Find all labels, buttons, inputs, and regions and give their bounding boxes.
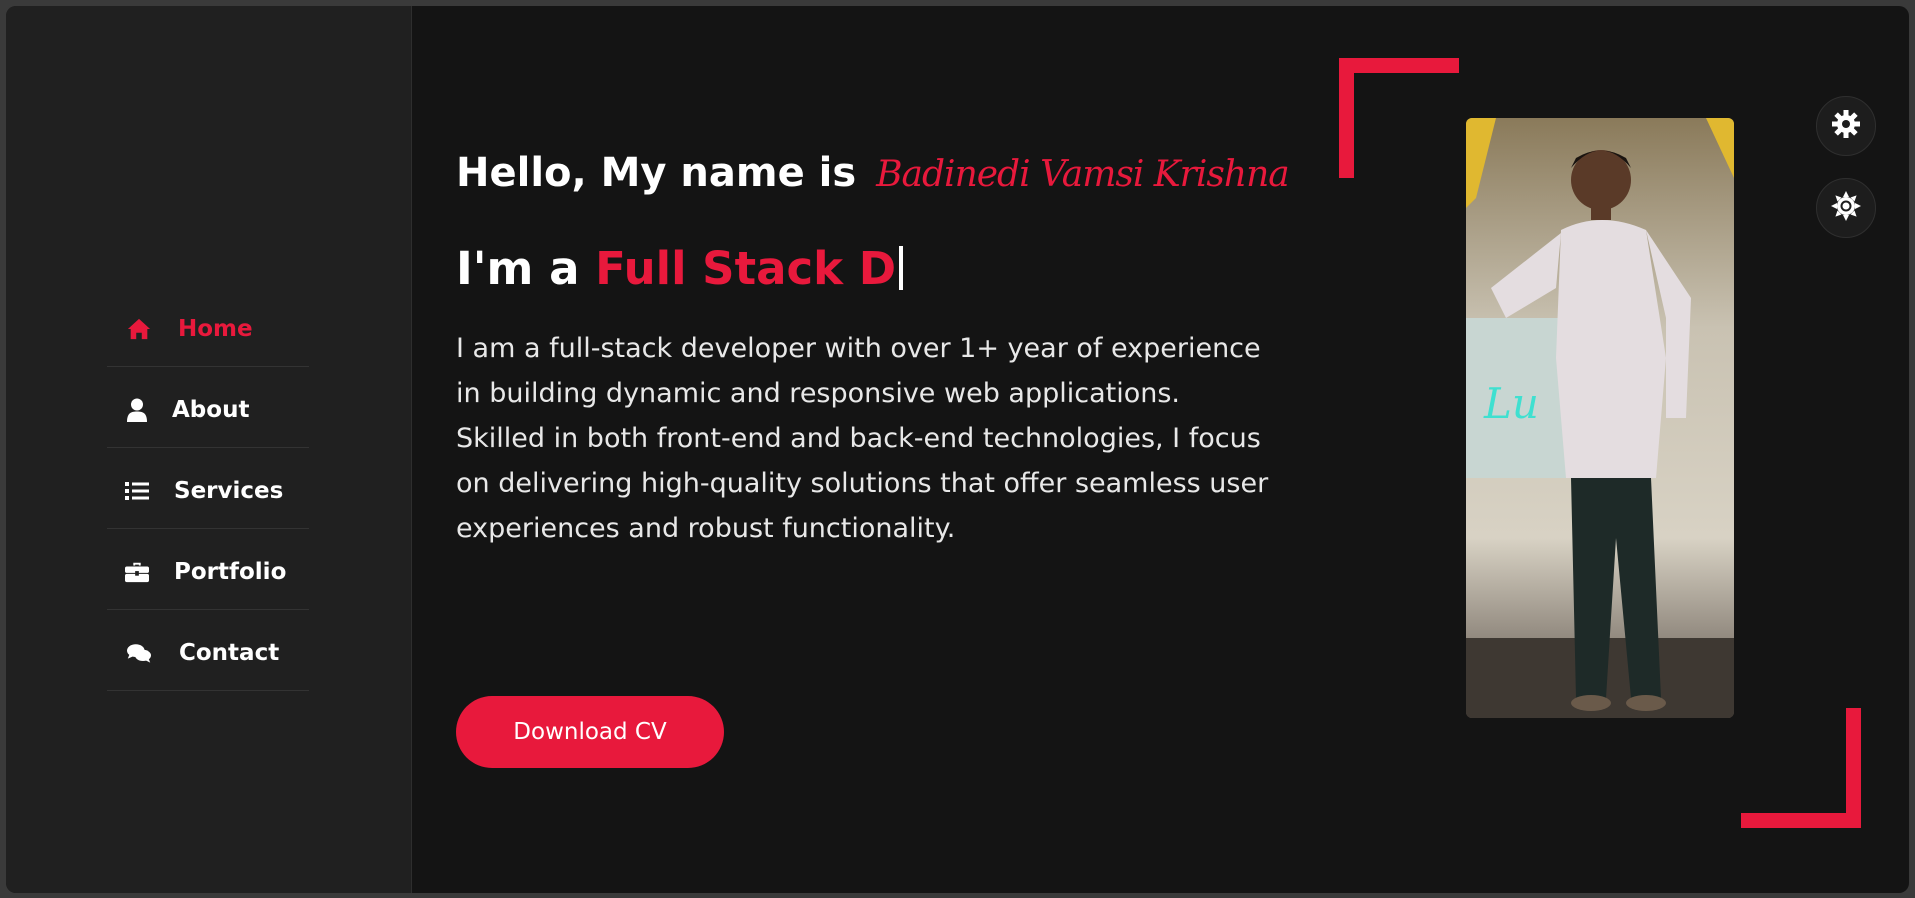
- role-prefix: I'm a: [456, 242, 580, 295]
- intro-description: I am a full-stack developer with over 1+…: [456, 333, 1269, 544]
- user-icon: [125, 398, 149, 422]
- chat-icon: [127, 641, 151, 665]
- decor-corner-bottom-right: [1741, 813, 1861, 828]
- nav-item-label: Contact: [179, 640, 280, 666]
- typing-cursor: [899, 246, 904, 290]
- home-icon: [127, 317, 151, 341]
- gear-icon: [1831, 109, 1861, 143]
- nav-item-label: Services: [174, 478, 284, 504]
- nav-item-label: About: [172, 397, 250, 423]
- greeting-text: Hello, My name is: [456, 150, 857, 196]
- role-heading: I'm a Full Stack D: [456, 242, 904, 295]
- list-icon: [125, 479, 149, 503]
- decor-corner-top-left-vertical: [1339, 58, 1354, 178]
- main-nav: Home About Services Portfolio Contact: [107, 286, 309, 691]
- app-window: Home About Services Portfolio Contact He…: [6, 6, 1909, 893]
- decor-corner-top-left: [1339, 58, 1459, 73]
- author-name: Badinedi Vamsi Krishna: [876, 154, 1290, 195]
- nav-item-contact[interactable]: Contact: [107, 610, 309, 691]
- nav-item-home[interactable]: Home: [107, 286, 309, 367]
- theme-toggle-button[interactable]: [1816, 178, 1876, 238]
- nav-item-about[interactable]: About: [107, 367, 309, 448]
- nav-item-label: Home: [178, 316, 253, 342]
- decor-corner-bottom-right-vertical: [1846, 708, 1861, 828]
- nav-item-services[interactable]: Services: [107, 448, 309, 529]
- nav-item-label: Portfolio: [174, 559, 287, 585]
- svg-text:Lu: Lu: [1483, 379, 1539, 428]
- sidebar: Home About Services Portfolio Contact: [6, 6, 412, 893]
- role-typed-text: Full Stack D: [595, 242, 897, 295]
- greeting-heading: Hello, My name is Badinedi Vamsi Krishna: [456, 150, 1290, 196]
- sun-icon: [1830, 190, 1862, 226]
- profile-photo: Lu: [1466, 118, 1734, 718]
- nav-item-portfolio[interactable]: Portfolio: [107, 529, 309, 610]
- download-cv-button[interactable]: Download CV: [456, 696, 724, 768]
- briefcase-icon: [125, 560, 149, 584]
- settings-button[interactable]: [1816, 96, 1876, 156]
